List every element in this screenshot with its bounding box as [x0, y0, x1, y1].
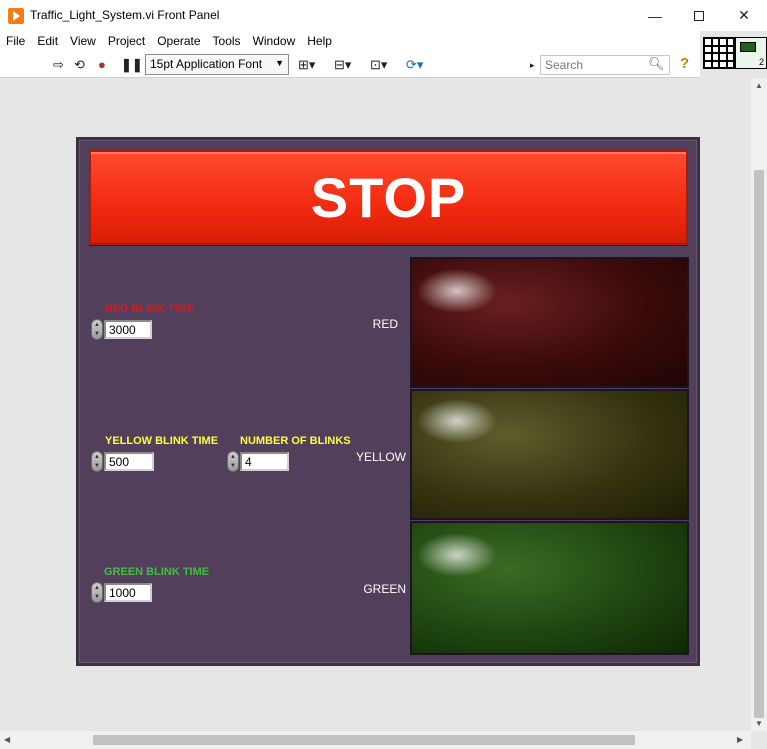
menu-bar: File Edit View Project Operate Tools Win…	[0, 31, 700, 51]
minimize-button[interactable]: —	[632, 0, 678, 31]
red-blink-time-incdec[interactable]: ▲ ▼	[91, 319, 103, 340]
green-blink-time-control: ▲ ▼ 1000	[91, 582, 152, 603]
abort-icon[interactable]: ●	[98, 57, 106, 73]
menu-tools[interactable]: Tools	[207, 34, 247, 48]
vi-icon-screen	[740, 42, 756, 52]
yellow-light-indicator	[410, 389, 689, 520]
number-of-blinks-input[interactable]: 4	[240, 452, 289, 471]
scroll-left-icon[interactable]: ◀	[4, 735, 10, 744]
number-of-blinks-label: NUMBER OF BLINKS	[240, 435, 351, 447]
green-blink-time-label: GREEN BLINK TIME	[104, 566, 210, 578]
menu-file[interactable]: File	[0, 34, 31, 48]
vi-icon-number: 2	[758, 57, 764, 67]
resize-objects-icon[interactable]: ⊡▾	[370, 57, 387, 73]
title-bar: Traffic_Light_System.vi Front Panel — ✕	[0, 0, 767, 31]
horizontal-scroll-thumb[interactable]	[93, 735, 635, 745]
help-icon[interactable]: ?	[680, 55, 689, 72]
align-objects-icon[interactable]: ⊞▾	[298, 57, 315, 73]
pause-icon[interactable]: ❚❚	[121, 57, 143, 73]
red-light-label: RED	[372, 317, 398, 331]
yellow-light-label: YELLOW	[355, 450, 406, 464]
number-of-blinks-incdec[interactable]: ▲ ▼	[227, 451, 239, 472]
scroll-right-icon[interactable]: ▶	[737, 735, 743, 744]
green-light-label: GREEN	[363, 582, 406, 596]
reorder-icon[interactable]: ⟳▾	[406, 57, 423, 73]
maximize-button[interactable]	[676, 0, 722, 31]
menu-edit[interactable]: Edit	[31, 34, 64, 48]
vertical-scrollbar[interactable]: ▲ ▼	[751, 78, 767, 731]
run-arrow-icon[interactable]: ⇨	[53, 57, 64, 73]
vertical-scroll-thumb[interactable]	[754, 170, 764, 718]
green-blink-time-input[interactable]: 1000	[104, 583, 152, 602]
vi-icon[interactable]: 2	[735, 37, 767, 69]
menu-help[interactable]: Help	[301, 34, 338, 48]
menu-view[interactable]: View	[64, 34, 102, 48]
red-blink-time-label: RED BLINK TIME	[105, 303, 195, 315]
red-blink-time-control: ▲ ▼ 3000	[91, 319, 152, 340]
green-light-indicator	[410, 521, 689, 655]
font-select-value: 15pt Application Font	[150, 57, 263, 71]
number-of-blinks-control: ▲ ▼ 4	[227, 451, 289, 472]
stop-button[interactable]: STOP	[89, 150, 688, 245]
yellow-blink-time-control: ▲ ▼ 500	[91, 451, 154, 472]
search-expand-icon[interactable]: ▸	[530, 57, 535, 73]
scroll-up-icon[interactable]: ▲	[755, 81, 763, 90]
yellow-blink-time-label: YELLOW BLINK TIME	[105, 435, 219, 447]
labview-app-icon	[8, 8, 24, 24]
connector-pane-icon[interactable]	[703, 37, 735, 69]
close-button[interactable]: ✕	[721, 0, 767, 31]
red-blink-time-input[interactable]: 3000	[104, 320, 152, 339]
yellow-blink-time-incdec[interactable]: ▲ ▼	[91, 451, 103, 472]
green-blink-time-incdec[interactable]: ▲ ▼	[91, 582, 103, 603]
horizontal-scrollbar[interactable]: ◀ ▶	[0, 731, 751, 749]
distribute-objects-icon[interactable]: ⊟▾	[334, 57, 351, 73]
maximize-icon	[694, 10, 704, 21]
red-light-indicator	[410, 257, 689, 388]
menu-operate[interactable]: Operate	[151, 34, 206, 48]
run-continuously-icon[interactable]: ⟲	[74, 57, 85, 73]
menu-project[interactable]: Project	[102, 34, 151, 48]
scroll-down-icon[interactable]: ▼	[755, 719, 763, 728]
menu-window[interactable]: Window	[247, 34, 302, 48]
window-title: Traffic_Light_System.vi Front Panel	[30, 8, 220, 22]
font-select[interactable]: 15pt Application Font ▼	[145, 54, 289, 75]
yellow-blink-time-input[interactable]: 500	[104, 452, 154, 471]
search-icon[interactable]: 🔍︎	[648, 56, 665, 72]
chevron-down-icon: ▼	[275, 58, 284, 68]
